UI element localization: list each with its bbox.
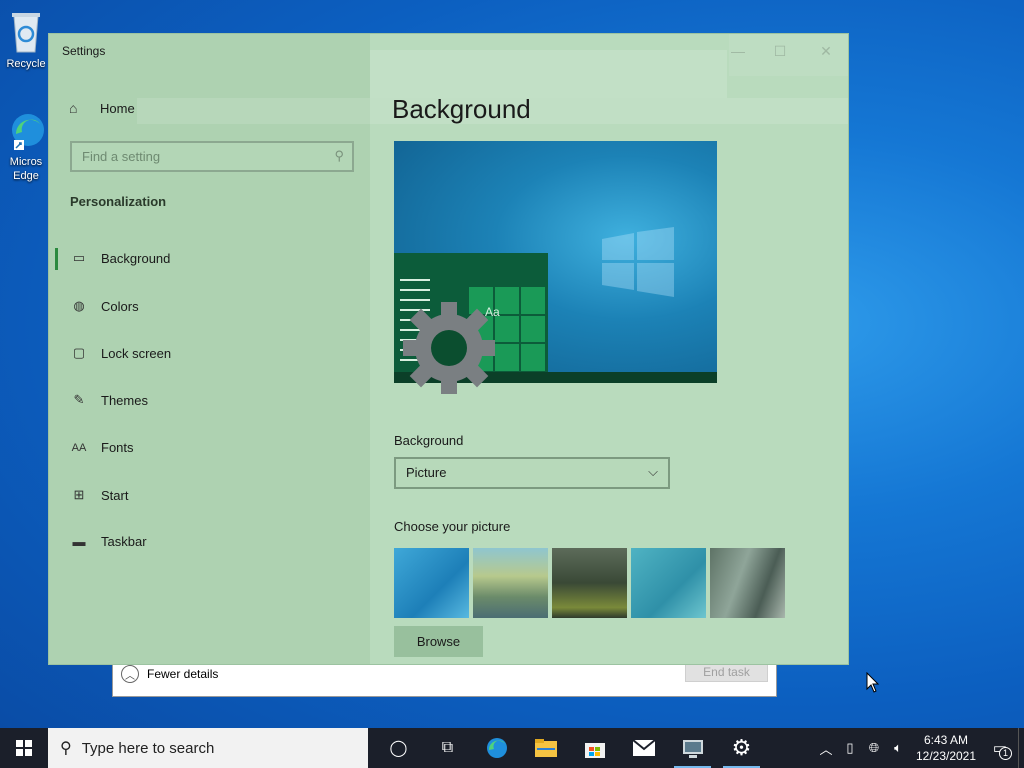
clock-time: 6:43 AM (923, 733, 969, 747)
themes-icon: ✎ (73, 392, 85, 407)
chevron-up-icon: ︿ (121, 665, 139, 683)
windows-start-icon (16, 740, 32, 756)
picture-thumbnail[interactable] (473, 548, 548, 618)
background-type-dropdown[interactable]: Picture ⌵ (394, 457, 670, 489)
picture-icon: ▭ (72, 250, 86, 265)
picture-thumbnail[interactable] (552, 548, 627, 618)
sidebar-item-label: Taskbar (101, 534, 147, 549)
settings-gear-icon (403, 302, 495, 394)
lock-screen-icon: ▢ (72, 345, 86, 360)
maximize-button[interactable]: ☐ (765, 42, 795, 62)
taskbar-icon: ▬ (72, 534, 86, 549)
clock-date: 12/23/2021 (915, 749, 977, 763)
mouse-cursor-icon (866, 672, 880, 693)
sidebar-item-colors[interactable]: ◍ Colors (70, 298, 139, 314)
recycle-bin-icon (12, 13, 40, 53)
file-explorer-icon (534, 739, 557, 757)
task-view-button[interactable]: ⧉ (423, 728, 472, 768)
taskbar: ⚲ Type here to search ◯ ⧉ ⚙ ︿ ▯ 🌐︎ 🔈︎ 6:… (0, 728, 1024, 768)
active-indicator (55, 248, 58, 270)
edge-icon (12, 114, 44, 150)
palette-icon: ◍ (73, 298, 85, 313)
picture-thumbnail[interactable] (631, 548, 706, 618)
sidebar-item-label: Lock screen (101, 345, 172, 361)
taskbar-file-explorer-button[interactable] (521, 728, 570, 768)
edge-label: Micros Edge (9, 156, 43, 182)
background-type-label: Background (394, 433, 464, 448)
mail-icon (631, 739, 656, 756)
page-title: Background (392, 94, 531, 124)
sidebar-item-fonts[interactable]: AA Fonts (70, 440, 134, 455)
taskbar-search-box[interactable]: ⚲ Type here to search (48, 728, 368, 768)
settings-window: Settings — ☐ ✕ ⌂ Home Find a setting ⚲ P… (48, 33, 849, 665)
taskbar-edge-button[interactable] (472, 728, 521, 768)
sidebar-item-taskbar[interactable]: ▬ Taskbar (70, 534, 147, 549)
sidebar-item-label: Fonts (101, 440, 134, 455)
picture-thumbnail[interactable] (710, 548, 785, 618)
sidebar-item-label: Colors (101, 298, 139, 314)
task-view-icon: ⧉ (441, 739, 454, 756)
dropdown-value: Picture (406, 465, 447, 480)
minimize-button[interactable]: — (723, 42, 753, 62)
picture-thumbnails (394, 548, 789, 618)
edge-icon (486, 738, 507, 758)
choose-picture-label: Choose your picture (394, 519, 511, 534)
sidebar-item-label: Background (101, 250, 171, 266)
chevron-up-icon[interactable]: ︿ (814, 739, 838, 758)
sidebar-item-label: Start (101, 487, 129, 503)
sidebar-item-background[interactable]: ▭ Background (70, 250, 171, 266)
ghost-overlay (370, 50, 727, 98)
home-nav-item[interactable]: ⌂ Home (69, 100, 135, 116)
taskbar-control-panel-button[interactable] (668, 728, 717, 768)
clock[interactable]: 6:43 AM 12/23/2021 (910, 732, 982, 764)
network-icon[interactable]: 🌐︎ (862, 740, 886, 756)
recycle-bin-label: Recycle (6, 58, 46, 70)
store-icon (584, 743, 605, 758)
fewer-details-label: Fewer details (147, 667, 219, 681)
start-button[interactable] (0, 728, 48, 768)
taskbar-store-button[interactable] (570, 728, 619, 768)
fewer-details-button[interactable]: ︿ Fewer details (121, 665, 218, 683)
windows-logo-icon (602, 227, 674, 297)
close-button[interactable]: ✕ (811, 42, 841, 62)
settings-icon: ⚙ (731, 735, 752, 760)
tablet-icon[interactable]: ▯ (838, 740, 862, 756)
browse-button[interactable]: Browse (394, 626, 483, 657)
sidebar-item-label: Themes (101, 392, 148, 408)
search-placeholder: Find a setting (82, 149, 161, 164)
taskbar-search-placeholder: Type here to search (81, 739, 215, 757)
system-tray: ︿ ▯ 🌐︎ 🔈︎ 6:43 AM 12/23/2021 ▭ 1 (814, 728, 1024, 768)
recycle-bin-desktop-icon[interactable]: Recycle (0, 8, 52, 71)
control-panel-icon (682, 740, 703, 758)
cortana-button[interactable]: ◯ (374, 728, 423, 768)
start-icon: ⊞ (73, 487, 85, 502)
search-icon: ⚲ (60, 740, 72, 757)
cortana-icon: ◯ (389, 740, 408, 757)
edge-desktop-icon[interactable]: Micros Edge (0, 110, 52, 183)
window-title: Settings (62, 44, 106, 58)
notification-count-badge: 1 (999, 747, 1012, 760)
volume-muted-icon[interactable]: 🔈︎ (886, 740, 910, 756)
sidebar-item-start[interactable]: ⊞ Start (70, 487, 129, 503)
taskbar-mail-button[interactable] (619, 728, 668, 768)
sidebar-item-lock-screen[interactable]: ▢ Lock screen (70, 345, 171, 361)
section-heading: Personalization (70, 194, 167, 209)
find-setting-input[interactable]: Find a setting ⚲ (70, 141, 354, 172)
home-icon: ⌂ (69, 100, 78, 116)
action-center-button[interactable]: ▭ 1 (982, 739, 1018, 760)
chevron-down-icon: ⌵ (648, 464, 658, 479)
show-desktop-button[interactable] (1018, 728, 1024, 768)
taskbar-settings-button[interactable]: ⚙ (717, 728, 766, 768)
end-task-button[interactable]: End task (685, 662, 768, 682)
search-icon: ⚲ (334, 148, 344, 163)
fonts-icon: AA (71, 441, 87, 454)
picture-thumbnail[interactable] (394, 548, 469, 618)
home-label: Home (100, 100, 135, 116)
sidebar-item-themes[interactable]: ✎ Themes (70, 392, 148, 408)
